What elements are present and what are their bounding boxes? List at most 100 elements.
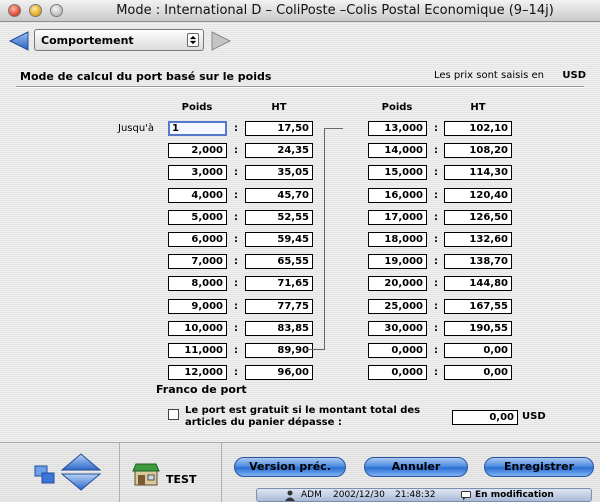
price-field[interactable]: 59,45 bbox=[245, 232, 313, 247]
weight-field[interactable]: 11,000 bbox=[168, 343, 227, 358]
weight-field[interactable]: 18,000 bbox=[368, 232, 427, 247]
weight-field[interactable]: 7,000 bbox=[168, 254, 227, 269]
row-separator: : bbox=[434, 145, 438, 156]
status-mode: En modification bbox=[475, 490, 554, 500]
row-separator: : bbox=[434, 256, 438, 267]
row-separator: : bbox=[434, 212, 438, 223]
minimize-button[interactable] bbox=[29, 4, 42, 17]
left-arrow-icon[interactable] bbox=[8, 30, 30, 52]
table-bracket bbox=[307, 128, 344, 350]
row-separator: : bbox=[234, 256, 238, 267]
price-field[interactable]: 144,80 bbox=[444, 276, 512, 291]
weight-field[interactable]: 3,000 bbox=[168, 165, 227, 180]
price-field[interactable]: 120,40 bbox=[444, 188, 512, 203]
right-arrow-icon[interactable] bbox=[210, 30, 232, 52]
weight-field[interactable]: 14,000 bbox=[368, 143, 427, 158]
weight-field[interactable]: 0,000 bbox=[368, 343, 427, 358]
row-separator: : bbox=[234, 323, 238, 334]
price-field[interactable]: 65,55 bbox=[245, 254, 313, 269]
price-field[interactable]: 102,10 bbox=[444, 121, 512, 136]
row-separator: : bbox=[234, 278, 238, 289]
row-separator: : bbox=[234, 367, 238, 378]
price-field[interactable]: 24,35 bbox=[245, 143, 313, 158]
previous-version-button[interactable]: Version préc. bbox=[234, 457, 346, 477]
user-icon bbox=[285, 490, 295, 501]
header-price-right: HT bbox=[470, 102, 486, 113]
weight-field[interactable]: 25,000 bbox=[368, 299, 427, 314]
section-heading: Mode de calcul du port basé sur le poids bbox=[20, 70, 272, 83]
row-separator: : bbox=[234, 234, 238, 245]
weight-field[interactable]: 6,000 bbox=[168, 232, 227, 247]
status-bar: ADM 2002/12/30 21:48:32 En modification bbox=[256, 488, 592, 502]
save-button[interactable]: Enregistrer bbox=[484, 457, 594, 477]
weight-field[interactable]: 2,000 bbox=[168, 143, 227, 158]
row-separator: : bbox=[434, 123, 438, 134]
popup-stepper-icon bbox=[187, 33, 199, 47]
price-field[interactable]: 190,55 bbox=[444, 321, 512, 336]
weight-field[interactable]: 4,000 bbox=[168, 188, 227, 203]
row-separator: : bbox=[234, 190, 238, 201]
test-label: TEST bbox=[166, 473, 197, 486]
free-shipping-currency: USD bbox=[522, 411, 546, 422]
row-separator: : bbox=[434, 167, 438, 178]
up-down-arrows-icon[interactable] bbox=[60, 453, 102, 491]
window-title: Mode : International D – ColiPoste –Coli… bbox=[116, 3, 554, 18]
weight-field[interactable]: 20,000 bbox=[368, 276, 427, 291]
row-separator: : bbox=[434, 301, 438, 312]
price-field[interactable]: 89,90 bbox=[245, 343, 313, 358]
test-panel[interactable]: TEST bbox=[122, 443, 222, 502]
weight-field[interactable]: 0,000 bbox=[368, 365, 427, 380]
price-field[interactable]: 114,30 bbox=[444, 165, 512, 180]
weight-field[interactable]: 19,000 bbox=[368, 254, 427, 269]
weight-field[interactable]: 30,000 bbox=[368, 321, 427, 336]
chat-icon bbox=[461, 491, 471, 501]
row-separator: : bbox=[434, 367, 438, 378]
price-field[interactable]: 77,75 bbox=[245, 299, 313, 314]
price-field[interactable]: 108,20 bbox=[444, 143, 512, 158]
price-field[interactable]: 167,55 bbox=[444, 299, 512, 314]
price-field[interactable]: 126,50 bbox=[444, 210, 512, 225]
section-divider bbox=[16, 86, 584, 88]
price-field[interactable]: 0,00 bbox=[444, 365, 512, 380]
behavior-popup[interactable]: Comportement bbox=[34, 29, 204, 51]
cancel-button[interactable]: Annuler bbox=[364, 457, 468, 477]
price-field[interactable]: 83,85 bbox=[245, 321, 313, 336]
weight-field[interactable]: 12,000 bbox=[168, 365, 227, 380]
header-weight-right: Poids bbox=[381, 102, 413, 113]
weight-field[interactable]: 8,000 bbox=[168, 276, 227, 291]
row-separator: : bbox=[434, 190, 438, 201]
row-separator: : bbox=[234, 123, 238, 134]
price-field[interactable]: 45,70 bbox=[245, 188, 313, 203]
price-field[interactable]: 52,55 bbox=[245, 210, 313, 225]
row-separator: : bbox=[234, 167, 238, 178]
main-content: Comportement Mode de calcul du port basé… bbox=[0, 22, 600, 442]
price-field[interactable]: 17,50 bbox=[245, 121, 313, 136]
weight-field[interactable]: 13,000 bbox=[368, 121, 427, 136]
price-field[interactable]: 71,65 bbox=[245, 276, 313, 291]
weight-field[interactable]: 16,000 bbox=[368, 188, 427, 203]
row-separator: : bbox=[234, 345, 238, 356]
row-separator: : bbox=[434, 278, 438, 289]
weight-field[interactable]: 10,000 bbox=[168, 321, 227, 336]
status-date: 2002/12/30 bbox=[333, 490, 385, 500]
windows-icon[interactable] bbox=[34, 465, 56, 485]
weight-field[interactable]: 9,000 bbox=[168, 299, 227, 314]
header-price-left: HT bbox=[271, 102, 287, 113]
row-separator: : bbox=[234, 301, 238, 312]
zoom-button[interactable] bbox=[50, 4, 63, 17]
close-button[interactable] bbox=[8, 4, 21, 17]
weight-field[interactable]: 17,000 bbox=[368, 210, 427, 225]
price-field[interactable]: 96,00 bbox=[245, 365, 313, 380]
price-field[interactable]: 132,60 bbox=[444, 232, 512, 247]
popup-value: Comportement bbox=[41, 34, 134, 47]
free-shipping-checkbox[interactable] bbox=[168, 409, 179, 420]
weight-field[interactable]: 1 bbox=[168, 121, 227, 136]
price-field[interactable]: 35,05 bbox=[245, 165, 313, 180]
weight-field[interactable]: 15,000 bbox=[368, 165, 427, 180]
price-field[interactable]: 138,70 bbox=[444, 254, 512, 269]
currency-note: Les prix sont saisis en bbox=[433, 70, 544, 81]
weight-field[interactable]: 5,000 bbox=[168, 210, 227, 225]
price-field[interactable]: 0,00 bbox=[444, 343, 512, 358]
title-bar: Mode : International D – ColiPoste –Coli… bbox=[0, 0, 600, 22]
free-shipping-amount-field[interactable]: 0,00 bbox=[452, 410, 518, 425]
